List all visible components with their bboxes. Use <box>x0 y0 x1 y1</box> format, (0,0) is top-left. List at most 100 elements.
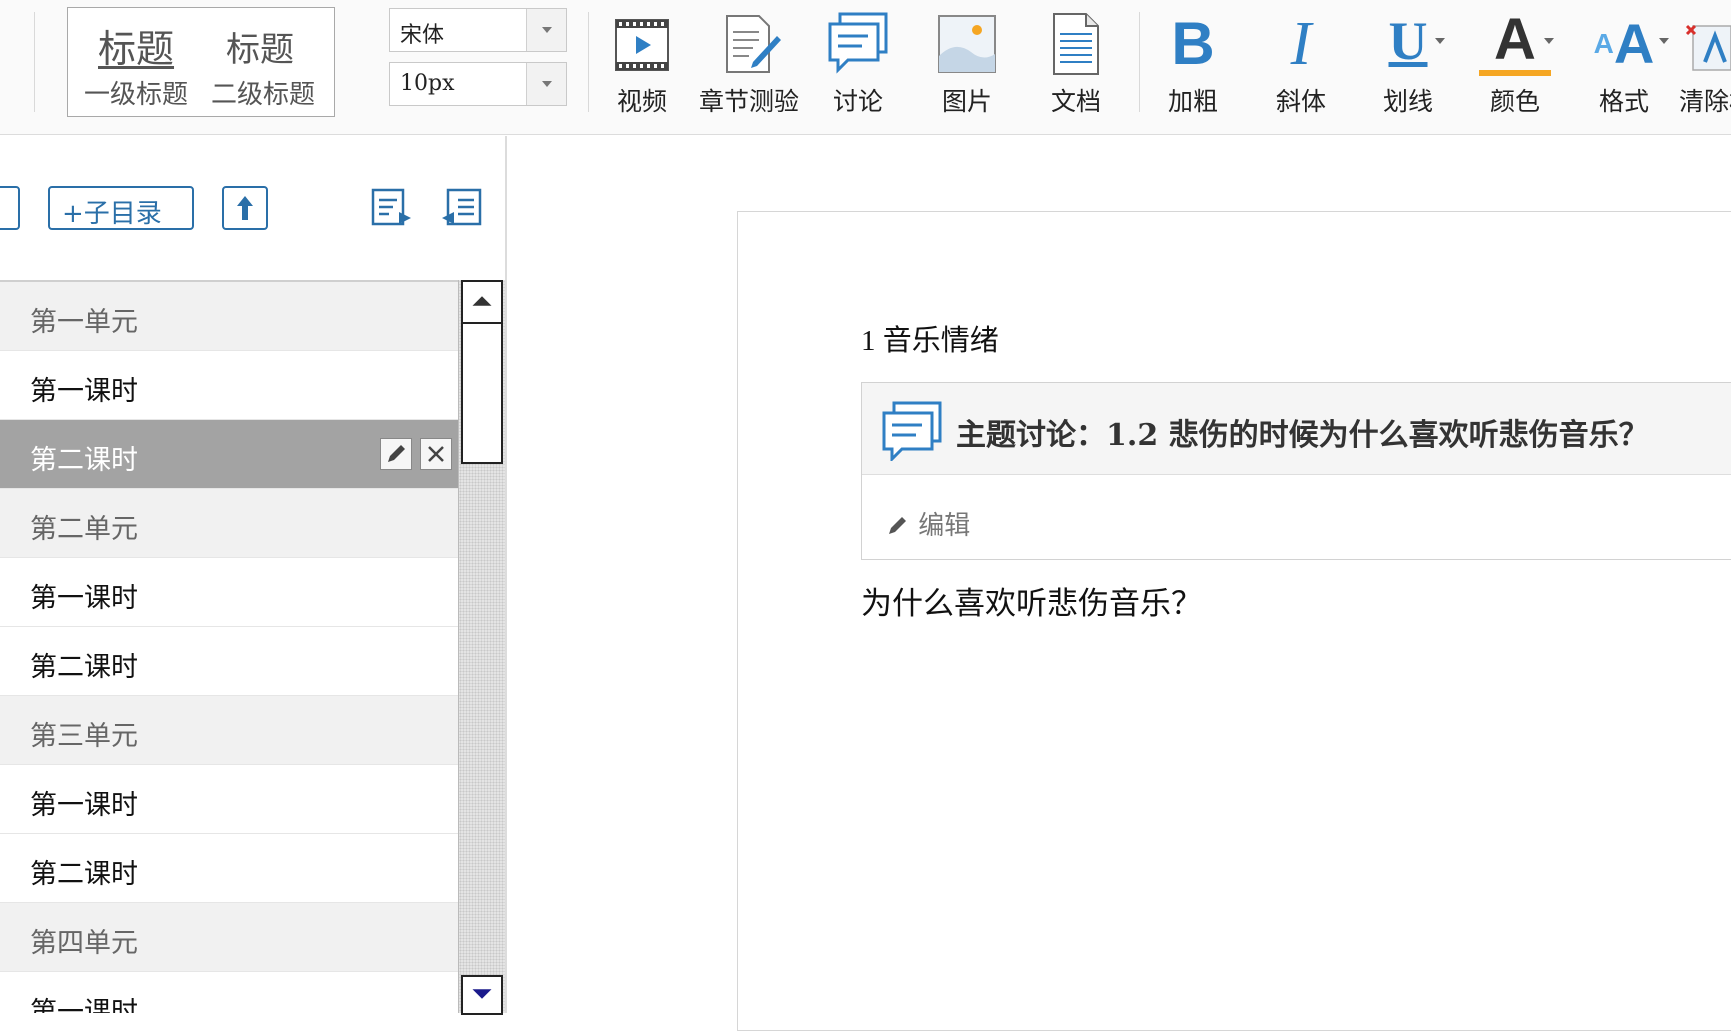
outline-lesson-row[interactable]: 第一课时 <box>0 558 458 627</box>
font-family-select[interactable]: 宋体 <box>389 8 567 52</box>
arrow-up-icon <box>237 196 253 220</box>
font-size-value: 10px <box>400 71 455 96</box>
discussion-title: 主题讨论：1.2 悲伤的时候为什么喜欢听悲伤音乐？ <box>956 418 1649 453</box>
outline-item-label: 第四单元 <box>30 928 138 959</box>
image-label: 图片 <box>941 87 992 116</box>
pencil-icon <box>889 517 906 534</box>
close-icon <box>428 446 444 462</box>
insert-quiz-button[interactable]: 章节测验 <box>697 8 801 118</box>
caret-up-icon <box>472 296 492 306</box>
toolbar-separator <box>588 12 589 112</box>
chevron-down-icon[interactable] <box>526 9 566 51</box>
format-icon-large: A <box>1613 12 1655 75</box>
format-icon-small: A <box>1593 28 1614 59</box>
quiz-edit-icon <box>726 15 781 73</box>
outline-item-label: 第一课时 <box>30 997 138 1013</box>
clear-format-label: 清除格 <box>1679 87 1731 116</box>
chevron-down-icon[interactable] <box>1658 36 1670 46</box>
heading-2-label[interactable]: 二级标题 <box>211 74 315 111</box>
document-label: 文档 <box>1050 87 1101 116</box>
outline-item-label: 第一课时 <box>30 583 138 614</box>
toolbar-separator <box>34 12 35 112</box>
insert-video-button[interactable]: 视频 <box>590 8 694 118</box>
outline-lesson-row[interactable]: 第一课时 <box>0 351 458 420</box>
chevron-down-icon[interactable] <box>1434 36 1446 46</box>
outline-sidebar: +子目录 第一单元 第一课时 第二课时 第二单元 第一课时 第二课时 第三单元 <box>0 136 507 1015</box>
discussion-block-header: 主题讨论：1.2 悲伤的时候为什么喜欢听悲伤音乐？ <box>862 383 1731 475</box>
outline-unit-row[interactable]: 第三单元 <box>0 696 458 765</box>
font-color-button[interactable]: A 颜色 <box>1463 8 1567 118</box>
heading-style-picker[interactable]: 标题 标题 一级标题 二级标题 <box>67 7 335 117</box>
format-icon: AA <box>1585 8 1663 80</box>
discussion-edit-label: 编辑 <box>918 511 971 541</box>
insert-document-button[interactable]: 文档 <box>1024 8 1128 118</box>
outline-item-label: 第一单元 <box>30 307 138 338</box>
underline-button[interactable]: U 划线 <box>1356 8 1460 118</box>
scrollbar-thumb[interactable] <box>461 324 503 464</box>
edit-item-button[interactable] <box>380 438 412 470</box>
document-page[interactable]: 1 音乐情绪 主题讨论：1.2 悲伤的时候为什么喜欢听悲伤音乐？ 编辑 为什么喜… <box>737 211 1731 1031</box>
editor-toolbar: 标题 标题 一级标题 二级标题 宋体 10px 视频 章节测验 讨论 图片 文档… <box>0 0 1731 135</box>
bold-label: 加粗 <box>1167 87 1218 116</box>
move-up-button[interactable] <box>222 186 268 230</box>
bold-button[interactable]: B 加粗 <box>1141 8 1245 118</box>
heading-1-sample[interactable]: 标题 <box>98 18 174 73</box>
outline-item-label: 第二课时 <box>30 445 138 476</box>
heading-1-label[interactable]: 一级标题 <box>84 74 188 111</box>
font-size-select[interactable]: 10px <box>389 62 567 106</box>
outline-lesson-row[interactable]: 第二课时 <box>0 627 458 696</box>
heading-2-sample[interactable]: 标题 <box>226 22 294 71</box>
caret-down-icon <box>472 989 492 999</box>
outline-lesson-row[interactable]: 第一课时 <box>0 765 458 834</box>
outline-scrollbar[interactable] <box>458 280 505 1015</box>
toolbar-separator <box>1139 12 1140 112</box>
format-button[interactable]: AA 格式 <box>1572 8 1676 118</box>
outline-unit-row[interactable]: 第四单元 <box>0 903 458 972</box>
discussion-icon <box>882 401 942 461</box>
insert-image-button[interactable]: 图片 <box>915 8 1019 118</box>
outline-unit-row[interactable]: 第一单元 <box>0 282 458 351</box>
italic-button[interactable]: I 斜体 <box>1249 8 1353 118</box>
italic-icon: I <box>1290 10 1312 78</box>
outline-item-label: 第三单元 <box>30 721 138 752</box>
outline-item-label: 第二单元 <box>30 514 138 545</box>
video-label: 视频 <box>616 87 667 116</box>
discussion-label: 讨论 <box>832 87 883 116</box>
outline-item-label: 第二课时 <box>30 652 138 683</box>
editor-canvas: 1 音乐情绪 主题讨论：1.2 悲伤的时候为什么喜欢听悲伤音乐？ 编辑 为什么喜… <box>509 136 1731 1031</box>
clear-format-icon <box>1685 24 1731 71</box>
scroll-down-button[interactable] <box>461 975 503 1015</box>
add-child-directory-button[interactable]: +子目录 <box>48 186 194 230</box>
chevron-down-icon[interactable] <box>1543 36 1555 46</box>
outline-item-label: 第二课时 <box>30 859 138 890</box>
outdent-icon[interactable] <box>440 186 484 230</box>
discussion-icon <box>828 12 888 74</box>
section-title[interactable]: 1 音乐情绪 <box>861 317 999 359</box>
outline-item-label: 第一课时 <box>30 790 138 821</box>
indent-icon[interactable] <box>369 186 415 230</box>
outline-lesson-row[interactable]: 第一课时 <box>0 972 458 1013</box>
font-color-label: 颜色 <box>1489 87 1540 116</box>
document-icon <box>1053 13 1099 75</box>
font-color-icon: A <box>1479 8 1551 76</box>
outline-lesson-row-selected[interactable]: 第二课时 <box>0 420 458 489</box>
bold-icon: B <box>1171 10 1215 77</box>
discussion-edit-link[interactable]: 编辑 <box>886 505 970 542</box>
insert-discussion-button[interactable]: 讨论 <box>806 8 910 118</box>
image-icon <box>938 15 996 73</box>
pencil-icon <box>388 445 405 462</box>
format-label: 格式 <box>1598 87 1649 116</box>
add-directory-button[interactable] <box>0 186 20 230</box>
chevron-down-icon[interactable] <box>526 63 566 105</box>
discussion-block[interactable]: 主题讨论：1.2 悲伤的时候为什么喜欢听悲伤音乐？ 编辑 <box>861 382 1731 560</box>
body-paragraph[interactable]: 为什么喜欢听悲伤音乐？ <box>861 578 1202 623</box>
font-family-value: 宋体 <box>400 23 445 48</box>
add-child-directory-label: +子目录 <box>62 199 162 229</box>
outline-lesson-row[interactable]: 第二课时 <box>0 834 458 903</box>
outline-unit-row[interactable]: 第二单元 <box>0 489 458 558</box>
italic-label: 斜体 <box>1275 87 1326 116</box>
outline-list: 第一单元 第一课时 第二课时 第二单元 第一课时 第二课时 第三单元 第一课时 … <box>0 280 458 1013</box>
scroll-up-button[interactable] <box>461 280 503 324</box>
clear-format-button[interactable]: 清除格 <box>1675 8 1731 118</box>
delete-item-button[interactable] <box>420 438 452 470</box>
